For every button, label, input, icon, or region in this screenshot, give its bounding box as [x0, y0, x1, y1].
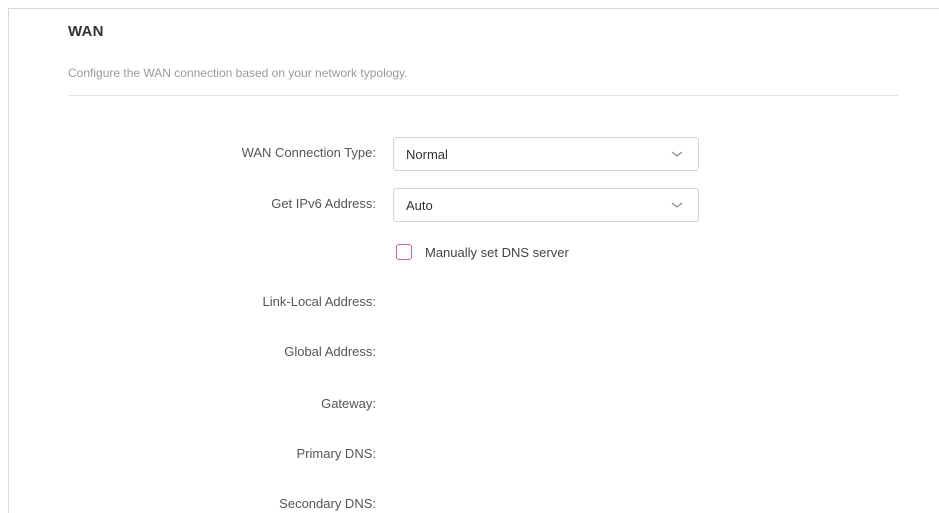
global-address-label: Global Address:	[284, 344, 376, 359]
manual-dns-toggle[interactable]: Manually set DNS server	[396, 242, 569, 262]
wan-connection-type-label: WAN Connection Type:	[241, 145, 376, 160]
section-title: WAN	[68, 23, 104, 40]
link-local-address-label: Link-Local Address:	[262, 294, 376, 309]
wan-connection-type-value: Normal	[406, 147, 448, 162]
gateway-label: Gateway:	[321, 396, 376, 411]
section-divider	[68, 95, 898, 96]
manual-dns-label: Manually set DNS server	[425, 244, 569, 260]
get-ipv6-address-value: Auto	[406, 198, 433, 213]
get-ipv6-address-label: Get IPv6 Address:	[271, 196, 376, 211]
chevron-down-icon	[671, 202, 683, 208]
section-description: Configure the WAN connection based on yo…	[68, 66, 408, 80]
chevron-down-icon	[671, 151, 683, 157]
get-ipv6-address-select[interactable]: Auto	[393, 188, 699, 222]
wan-connection-type-select[interactable]: Normal	[393, 137, 699, 171]
secondary-dns-label: Secondary DNS:	[279, 496, 376, 511]
manual-dns-checkbox[interactable]	[396, 244, 412, 260]
primary-dns-label: Primary DNS:	[296, 446, 376, 461]
